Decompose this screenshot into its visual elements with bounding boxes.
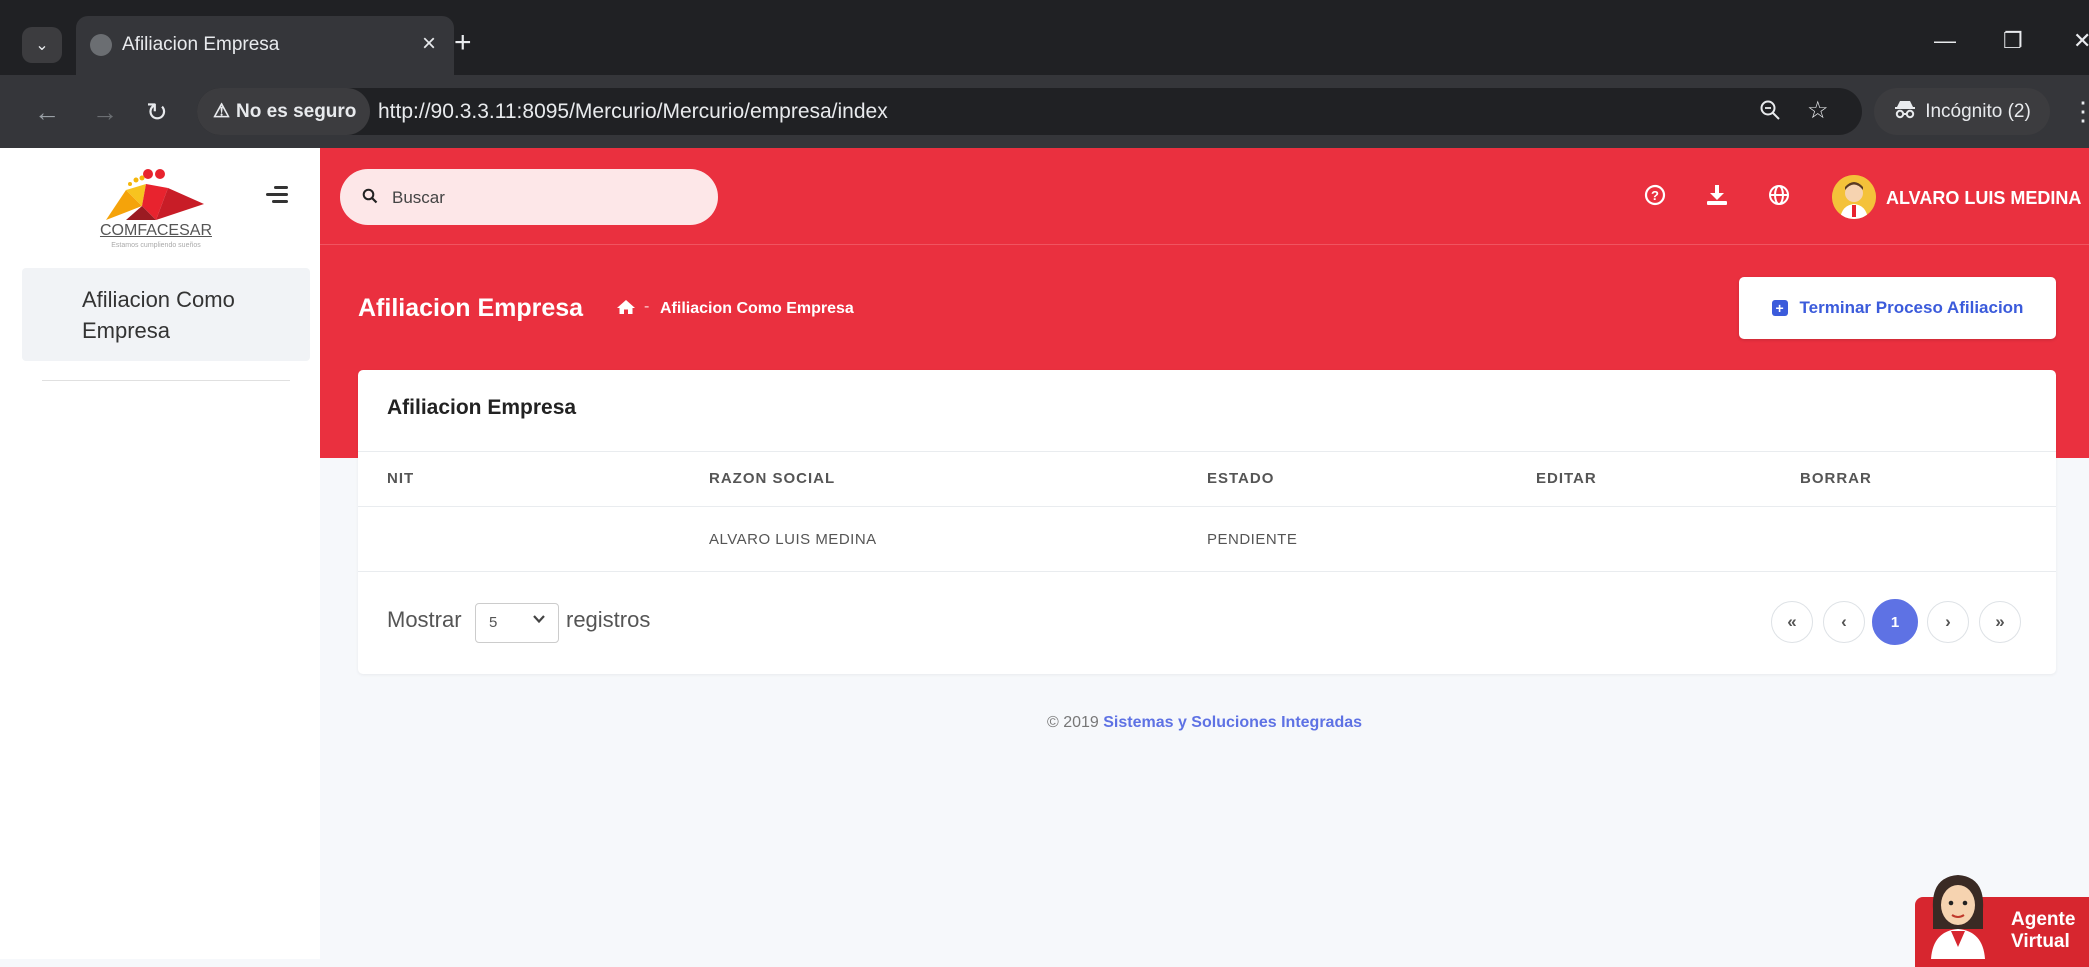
plus-square-icon: + [1771,300,1788,316]
pagination-first-button[interactable]: « [1771,601,1813,643]
restore-icon[interactable]: ❐ [2003,28,2023,54]
cell-razon-social: ALVARO LUIS MEDINA [709,531,877,548]
tab-close-icon[interactable]: × [422,30,436,58]
show-label: Mostrar [387,607,462,632]
page-size-select[interactable]: 5 [475,603,559,643]
show-suffix: registros [566,607,651,632]
search-icon [362,188,378,204]
agent-label-line1: Agente [2011,909,2076,930]
terminar-proceso-button[interactable]: + Terminar Proceso Afiliacion [1739,277,2056,339]
footer: © 2019 Sistemas y Soluciones Integradas [320,714,2089,732]
footer-copyright: © 2019 [1046,714,1099,731]
afiliacion-card: Afiliacion Empresa NIT RAZON SOCIAL ESTA… [358,370,2056,674]
incognito-icon [1893,99,1917,125]
table-row-divider [358,571,2056,572]
tab-bar: ⌄ Afiliacion Empresa × + — ❐ ✕ [0,0,2089,75]
page-title: Afiliacion Empresa [358,294,584,322]
svg-text:?: ? [1651,188,1659,203]
main-content: ? ALVARO LUIS MEDINA Afiliacion Empresa … [320,148,2089,959]
pagination-last-button[interactable]: » [1979,601,2021,643]
sidebar-item-label: Afiliacion Como Empresa [82,287,235,343]
breadcrumb: Afiliacion Como Empresa [660,300,854,317]
download-icon[interactable] [1706,184,1728,213]
close-window-icon[interactable]: ✕ [2073,28,2089,54]
bookmark-star-icon[interactable]: ☆ [1807,96,1829,125]
incognito-label: Incógnito (2) [1925,100,2031,122]
home-icon[interactable] [616,299,636,320]
forward-icon[interactable]: → [92,97,118,128]
topbar-divider [320,244,2089,245]
back-icon[interactable]: ← [34,97,60,128]
logo-tagline: Estamos cumpliendo sueños [111,242,201,249]
pagination-page-button[interactable]: 1 [1872,599,1918,645]
footer-link[interactable]: Sistemas y Soluciones Integradas [1103,714,1362,731]
search-input[interactable] [390,183,694,213]
insecure-label: No es seguro [236,100,357,122]
site-security-chip[interactable]: ⚠ No es seguro [197,88,371,135]
agent-label-line2: Virtual [2011,931,2070,952]
globe-icon [90,34,112,56]
sidebar-divider [42,380,290,381]
card-divider [358,451,2056,452]
virtual-agent-widget[interactable]: Agente Virtual [1911,869,2089,967]
warning-icon: ⚠ [213,101,231,122]
agent-avatar-icon [1931,875,1985,959]
url-field[interactable]: ⚠ No es seguro http://90.3.3.11:8095/Mer… [197,88,1862,135]
browser-menu-icon[interactable]: ⋮ [2070,96,2089,127]
user-name[interactable]: ALVARO LUIS MEDINA [1886,188,2081,209]
table-header-divider [358,506,2056,507]
search-box[interactable] [340,169,718,225]
column-header-estado: ESTADO [1207,470,1275,487]
card-title: Afiliacion Empresa [387,396,577,419]
agent-label: Agente Virtual [2011,909,2075,953]
menu-toggle-icon[interactable] [266,186,288,204]
new-tab-button[interactable]: + [454,26,472,60]
logo-text: COMFACESAR [99,222,212,239]
browser-tab[interactable]: Afiliacion Empresa × [76,16,454,75]
sidebar: COMFACESAR Estamos cumpliendo sueños Afi… [0,148,320,959]
address-bar: ← → ↻ ⚠ No es seguro http://90.3.3.11:80… [0,75,2089,148]
finish-button-label: Terminar Proceso Afiliacion [1799,298,2024,317]
pagination-next-button[interactable]: › [1927,601,1969,643]
column-header-nit: NIT [387,470,415,487]
minimize-icon[interactable]: — [1934,28,1956,54]
help-icon[interactable]: ? [1644,184,1666,213]
logo-mark [106,169,204,220]
cell-estado: PENDIENTE [1207,531,1298,548]
tab-title: Afiliacion Empresa [122,34,280,55]
breadcrumb-separator: - [644,298,650,315]
page-size-value: 5 [489,614,498,631]
reload-icon[interactable]: ↻ [146,97,168,128]
url-text: http://90.3.3.11:8095/Mercurio/Mercurio/… [378,100,888,123]
avatar[interactable] [1832,175,1876,219]
sidebar-item-afiliacion-como-empresa[interactable]: Afiliacion Como Empresa [22,268,310,361]
pagination-prev-button[interactable]: ‹ [1823,601,1865,643]
column-header-razon-social: RAZON SOCIAL [709,470,836,487]
incognito-indicator[interactable]: Incógnito (2) [1874,88,2050,135]
column-header-editar: EDITAR [1536,470,1597,487]
zoom-icon[interactable] [1759,99,1781,128]
column-header-borrar: BORRAR [1800,470,1872,487]
tab-search-button[interactable]: ⌄ [22,27,62,63]
chevron-down-icon [532,612,546,629]
globe-icon[interactable] [1768,184,1790,213]
company-logo[interactable]: COMFACESAR Estamos cumpliendo sueños [96,166,216,262]
